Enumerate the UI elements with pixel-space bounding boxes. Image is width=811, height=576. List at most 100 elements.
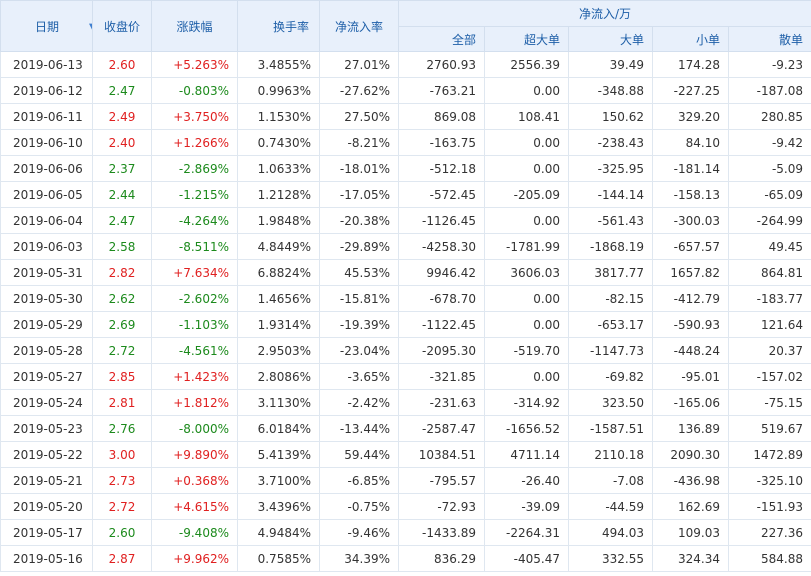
cell-date: 2019-05-20 [0,493,93,520]
cell-net-retail: -157.02 [728,363,811,390]
cell-date: 2019-06-04 [0,207,93,234]
cell-net-small: 136.89 [652,415,729,442]
cell-turnover: 1.4656% [237,285,320,312]
cell-net-xl: -2264.31 [484,519,569,546]
column-header-net-inflow-rate[interactable]: 净流入率 [319,0,399,52]
cell-turnover: 3.4396% [237,493,320,520]
table-row: 2019-05-27 2.85 +1.423% 2.8086% -3.65% -321.8… [0,363,811,390]
cell-date: 2019-05-31 [0,259,93,286]
cell-net-retail: 20.37 [728,337,811,364]
cell-net-all: 10384.51 [398,441,485,468]
cell-close: 2.60 [92,519,152,546]
cell-net-large: -1868.19 [568,233,653,260]
column-header-close[interactable]: 收盘价 [92,0,152,52]
cell-net-retail: -183.77 [728,285,811,312]
cell-turnover: 2.8086% [237,363,320,390]
column-header-large[interactable]: 大单 [568,26,653,52]
cell-net-small: 84.10 [652,129,729,156]
cell-net-small: -300.03 [652,207,729,234]
cell-net-xl: 0.00 [484,129,569,156]
cell-net-xl: -26.40 [484,467,569,494]
cell-date: 2019-05-23 [0,415,93,442]
cell-close: 2.47 [92,77,152,104]
cell-net-large: -69.82 [568,363,653,390]
sort-down-icon[interactable]: ▼ [89,22,91,33]
cell-net-inflow-rate: 27.50% [319,103,399,130]
cell-close: 2.82 [92,259,152,286]
cell-net-small: -412.79 [652,285,729,312]
table-row: 2019-05-24 2.81 +1.812% 3.1130% -2.42% -231.6… [0,389,811,416]
cell-net-small: -590.93 [652,311,729,338]
cell-turnover: 1.9314% [237,311,320,338]
cell-net-inflow-rate: -18.01% [319,155,399,182]
cell-net-all: -1126.45 [398,207,485,234]
cell-net-retail: -9.42 [728,129,811,156]
cell-net-small: -448.24 [652,337,729,364]
cell-date: 2019-05-24 [0,389,93,416]
cell-net-retail: 49.45 [728,233,811,260]
cell-net-xl: 0.00 [484,311,569,338]
column-header-xl[interactable]: 超大单 [484,26,569,52]
cell-net-inflow-rate: 27.01% [319,51,399,78]
column-header-date[interactable]: 日期 ▼ [0,0,93,52]
fund-flow-table: 日期▼ 收盘价 涨跌幅 换手率 净流入率 净流入/万 全部 超大单 大单 小单 … [0,0,811,572]
cell-close: 2.40 [92,129,152,156]
cell-net-xl: -405.47 [484,545,569,572]
cell-date: 2019-06-10 [0,129,93,156]
table-row: 2019-05-28 2.72 -4.561% 2.9503% -23.04% -2095… [0,337,811,364]
cell-change-pct: +3.750% [151,103,238,130]
cell-net-xl: 0.00 [484,285,569,312]
cell-net-inflow-rate: 59.44% [319,441,399,468]
cell-net-all: -72.93 [398,493,485,520]
cell-net-large: -44.59 [568,493,653,520]
cell-turnover: 1.0633% [237,155,320,182]
table-row: 2019-05-17 2.60 -9.408% 4.9484% -9.46% -1433.… [0,519,811,546]
cell-close: 2.44 [92,181,152,208]
cell-change-pct: +4.615% [151,493,238,520]
cell-close: 2.37 [92,155,152,182]
table-row: 2019-05-29 2.69 -1.103% 1.9314% -19.39% -1122… [0,311,811,338]
cell-net-large: 3817.77 [568,259,653,286]
column-header-all[interactable]: 全部 [398,26,485,52]
cell-turnover: 0.9963% [237,77,320,104]
cell-turnover: 3.1130% [237,389,320,416]
cell-date: 2019-05-17 [0,519,93,546]
column-header-turnover[interactable]: 换手率 [237,0,320,52]
cell-net-xl: 0.00 [484,155,569,182]
cell-change-pct: -8.000% [151,415,238,442]
cell-net-xl: -205.09 [484,181,569,208]
cell-net-small: 1657.82 [652,259,729,286]
table-row: 2019-06-04 2.47 -4.264% 1.9848% -20.38% -1126… [0,207,811,234]
cell-change-pct: +5.263% [151,51,238,78]
column-header-retail[interactable]: 散单 [728,26,811,52]
cell-net-large: 2110.18 [568,441,653,468]
cell-date: 2019-06-11 [0,103,93,130]
cell-net-xl: -1656.52 [484,415,569,442]
cell-change-pct: -1.215% [151,181,238,208]
column-header-small[interactable]: 小单 [652,26,729,52]
column-header-change-pct[interactable]: 涨跌幅 [151,0,238,52]
cell-net-small: 174.28 [652,51,729,78]
cell-net-small: -181.14 [652,155,729,182]
cell-net-large: -7.08 [568,467,653,494]
cell-turnover: 4.8449% [237,233,320,260]
cell-net-inflow-rate: -13.44% [319,415,399,442]
cell-net-small: 162.69 [652,493,729,520]
cell-close: 3.00 [92,441,152,468]
cell-net-all: -1433.89 [398,519,485,546]
cell-net-inflow-rate: -27.62% [319,77,399,104]
cell-net-all: -795.57 [398,467,485,494]
cell-net-retail: -75.15 [728,389,811,416]
table-row: 2019-05-22 3.00 +9.890% 5.4139% 59.44% 10384.… [0,441,811,468]
cell-net-all: -678.70 [398,285,485,312]
cell-net-retail: -325.10 [728,467,811,494]
cell-change-pct: -2.869% [151,155,238,182]
table-row: 2019-05-21 2.73 +0.368% 3.7100% -6.85% -795.5… [0,467,811,494]
cell-date: 2019-05-28 [0,337,93,364]
cell-close: 2.87 [92,545,152,572]
cell-change-pct: -4.561% [151,337,238,364]
cell-net-all: -2095.30 [398,337,485,364]
cell-net-retail: 584.88 [728,545,811,572]
cell-change-pct: +1.266% [151,129,238,156]
cell-turnover: 1.9848% [237,207,320,234]
